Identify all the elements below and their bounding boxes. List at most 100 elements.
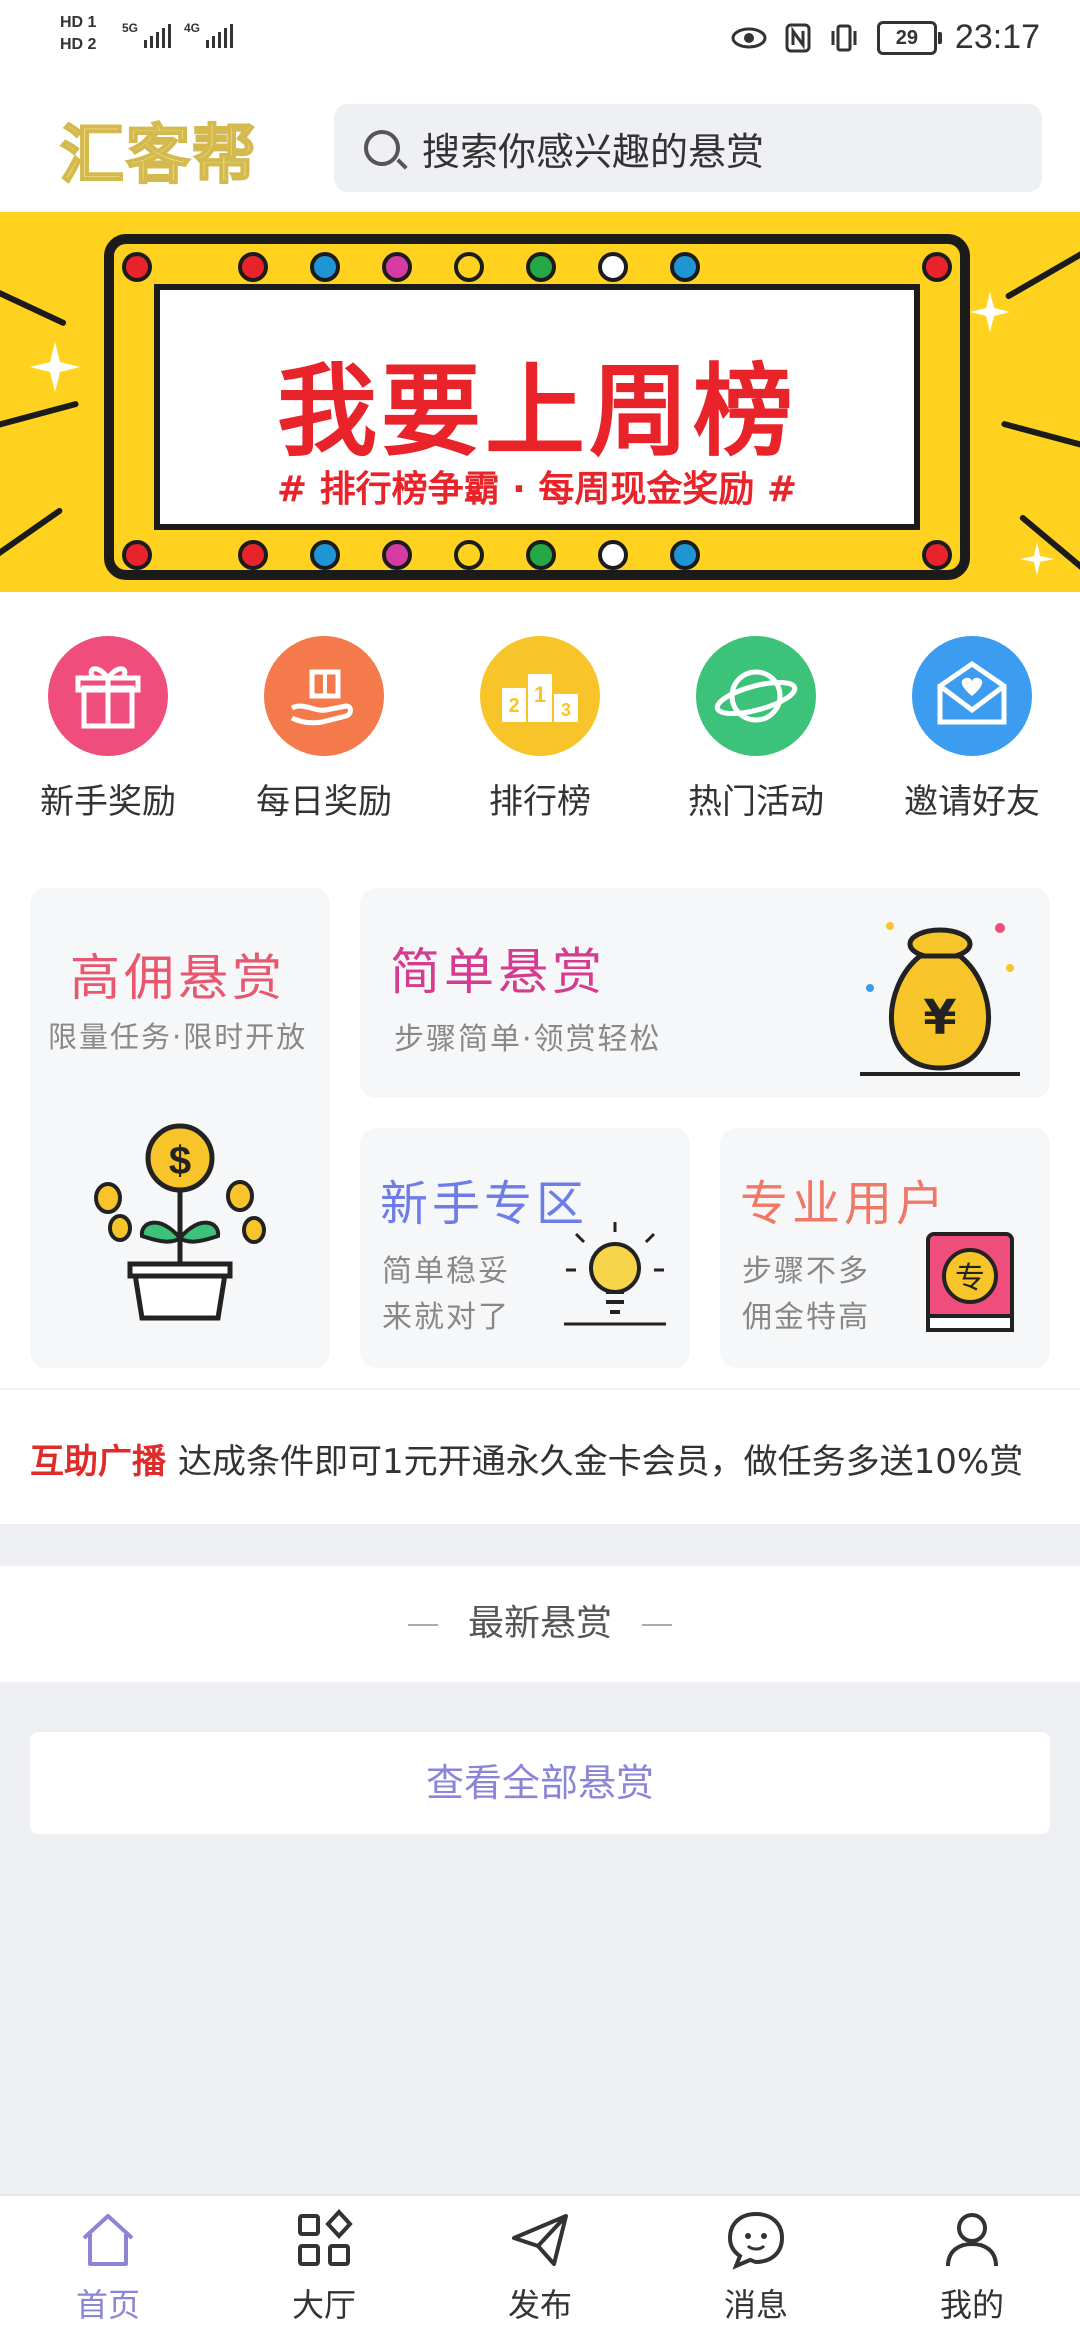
category-label: 每日奖励 — [256, 782, 392, 822]
svg-text:¥: ¥ — [923, 990, 956, 1046]
nav-label: 我的 — [939, 2286, 1004, 2324]
status-bar: HD 1 HD 2 5G 4G 29 23:17 — [0, 0, 1080, 80]
nav-home[interactable]: 首页 — [28, 2208, 188, 2326]
envelope-heart-icon — [912, 636, 1032, 756]
card-line2: 来就对了 — [382, 1300, 510, 1335]
card-simple-reward[interactable]: 简单悬赏 步骤简单·领赏轻松 ¥ — [360, 888, 1050, 1098]
svg-text:$: $ — [169, 1139, 191, 1183]
bulb — [670, 540, 700, 570]
app-logo: 汇客帮 — [59, 118, 258, 194]
view-all-button[interactable]: 查看全部悬赏 — [30, 1732, 1050, 1834]
category-invite-friends[interactable]: 邀请好友 — [872, 636, 1072, 823]
category-daily-reward[interactable]: 每日奖励 — [224, 636, 424, 823]
card-pro-user[interactable]: 专业用户 步骤不多 佣金特高 专 — [720, 1128, 1050, 1368]
latest-title-row: 最新悬赏 — [0, 1566, 1080, 1682]
card-title: 专业用户 — [740, 1176, 949, 1232]
vibrate-icon — [831, 24, 857, 51]
planet-icon — [696, 636, 816, 756]
bulb — [526, 540, 556, 570]
section-title: 最新悬赏 — [467, 1603, 612, 1644]
category-row: 新手奖励 每日奖励 213 排行榜 热门活动 邀请好友 — [0, 592, 1080, 858]
card-high-commission[interactable]: 高佣悬赏 限量任务·限时开放 $ — [30, 888, 330, 1368]
bulb — [382, 540, 412, 570]
money-plant-icon: $ — [94, 1123, 266, 1321]
bottom-nav: 首页 大厅 发布 消息 我的 — [0, 2194, 1080, 2340]
search-icon — [364, 130, 400, 166]
banner-ray — [1000, 420, 1080, 450]
bulb — [670, 252, 700, 282]
nav-messages[interactable]: 消息 — [676, 2208, 836, 2326]
category-label: 排行榜 — [489, 782, 591, 822]
banner-inner: 我要上周榜 # 排行榜争霸 · 每周现金奖励 # — [154, 284, 920, 530]
signal-icon: 5G 4G — [120, 18, 240, 62]
battery-icon: 29 — [876, 20, 942, 55]
search-bar[interactable]: 搜索你感兴趣的悬赏 — [334, 104, 1042, 192]
bulb — [598, 252, 628, 282]
bulb — [238, 252, 268, 282]
bulb — [922, 252, 952, 282]
hd1-label: HD 1 — [60, 14, 97, 31]
nav-publish[interactable]: 发布 — [460, 2208, 620, 2326]
net1-label: 5G — [122, 21, 138, 35]
app-header: 汇客帮 搜索你感兴趣的悬赏 — [0, 80, 1080, 212]
bulb — [382, 252, 412, 282]
category-newbie-reward[interactable]: 新手奖励 — [8, 636, 208, 823]
eye-icon — [731, 27, 767, 48]
hd2-label: HD 2 — [60, 36, 97, 53]
card-line1: 步骤不多 — [742, 1254, 870, 1289]
card-subtitle: 限量任务·限时开放 — [48, 1020, 308, 1054]
bulb — [122, 252, 152, 282]
chat-bubble-icon — [727, 2211, 785, 2270]
money-bag-icon: ¥ — [860, 922, 1020, 1076]
banner-ray — [0, 283, 68, 327]
status-right: 29 23:17 — [731, 18, 1040, 57]
grid-icon — [298, 2209, 353, 2266]
pro-badge-text: 专 — [955, 1261, 985, 1296]
bulb — [310, 540, 340, 570]
category-label: 邀请好友 — [904, 782, 1040, 822]
svg-text:2: 2 — [508, 695, 519, 717]
banner-title: 我要上周榜 — [277, 353, 797, 470]
svg-text:3: 3 — [561, 700, 571, 720]
banner-frame: 我要上周榜 # 排行榜争霸 · 每周现金奖励 # — [104, 234, 970, 580]
card-newbie-zone[interactable]: 新手专区 简单稳妥 来就对了 — [360, 1128, 690, 1368]
lightbulb-icon — [564, 1222, 666, 1326]
card-title: 简单悬赏 — [390, 943, 606, 1001]
nav-profile[interactable]: 我的 — [892, 2208, 1052, 2326]
divider — [407, 1624, 438, 1626]
bulb — [526, 252, 556, 282]
clock: 23:17 — [954, 18, 1040, 56]
bulb — [454, 540, 484, 570]
home-icon — [82, 2214, 134, 2266]
nav-hall[interactable]: 大厅 — [244, 2208, 404, 2326]
sparkle-icon — [30, 342, 80, 392]
hand-gift-icon — [264, 636, 384, 756]
svg-text:1: 1 — [534, 682, 546, 707]
category-leaderboard[interactable]: 213 排行榜 — [440, 636, 640, 823]
card-line1: 简单稳妥 — [382, 1254, 510, 1289]
broadcast-label: 互助广播 — [30, 1442, 166, 1482]
banner-ray — [0, 506, 64, 564]
feature-cards: 高佣悬赏 限量任务·限时开放 $ 简单悬赏 步骤简单·领赏轻松 ¥ 新手专区 简… — [0, 858, 1080, 1388]
card-line2: 佣金特高 — [742, 1300, 870, 1335]
bulb — [598, 540, 628, 570]
banner-ray — [1004, 249, 1080, 301]
category-label: 热门活动 — [688, 782, 824, 822]
pro-book-icon: 专 — [926, 1232, 1014, 1332]
search-placeholder: 搜索你感兴趣的悬赏 — [422, 129, 765, 174]
podium-icon: 213 — [480, 636, 600, 756]
sim-indicators: HD 1 HD 2 — [60, 12, 96, 56]
nav-label: 发布 — [507, 2286, 572, 2324]
card-subtitle: 步骤简单·领赏轻松 — [394, 1022, 662, 1057]
bulb — [122, 540, 152, 570]
nav-label: 大厅 — [291, 2286, 356, 2324]
broadcast-bar[interactable]: 互助广播 达成条件即可1元开通永久金卡会员，做任务多送10%赏 — [0, 1388, 1080, 1524]
promo-banner[interactable]: 我要上周榜 # 排行榜争霸 · 每周现金奖励 # — [0, 212, 1080, 592]
sparkle-icon — [970, 292, 1010, 332]
nav-label: 首页 — [75, 2286, 140, 2324]
category-label: 新手奖励 — [40, 782, 176, 822]
bulb — [238, 540, 268, 570]
user-icon — [946, 2213, 998, 2267]
sparkle-icon — [1020, 542, 1054, 576]
category-hot-events[interactable]: 热门活动 — [656, 636, 856, 823]
